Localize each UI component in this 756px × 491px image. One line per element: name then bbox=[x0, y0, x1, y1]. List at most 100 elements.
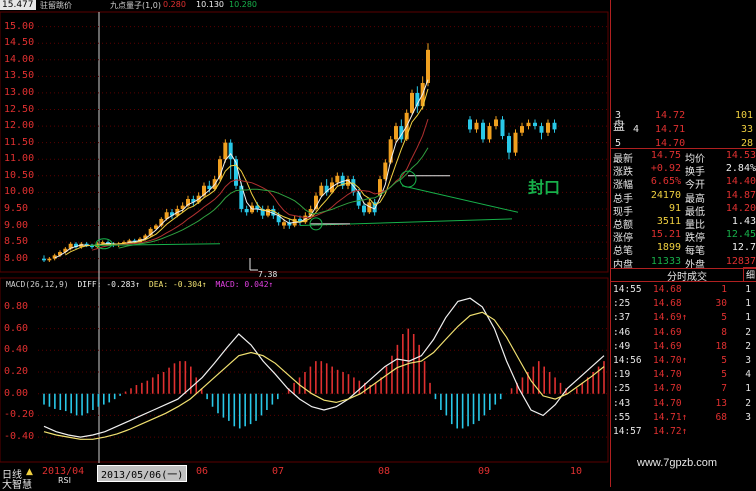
quote-stat-row: 最新 14.75 均价 14.53 bbox=[611, 150, 756, 165]
tick-count: 2 bbox=[745, 326, 751, 338]
candle-body bbox=[552, 122, 557, 130]
month-label: 07 bbox=[272, 466, 285, 477]
tick-row[interactable]: :37 14.69↑ 5 1 bbox=[611, 312, 756, 325]
candle-body bbox=[410, 92, 414, 113]
stat-value: 91 bbox=[668, 202, 681, 214]
tick-volume: 18 bbox=[715, 340, 727, 352]
tick-time: :46 bbox=[613, 326, 631, 338]
bottom-bar: 日线 ▲ 大智慧 RSI bbox=[0, 464, 610, 491]
macd-axis-label: 0.20 bbox=[4, 366, 29, 377]
book-side-label: 盘 bbox=[613, 119, 626, 133]
tick-price: 14.69 bbox=[653, 340, 682, 352]
candle-body bbox=[362, 205, 366, 213]
stat-value: +0.92 bbox=[650, 163, 681, 175]
quote-panel: 3 14.72 101 4 盘 14.71 33 5 14.70 28 最新 14.75 均价 14.5… bbox=[610, 0, 756, 487]
tick-row[interactable]: :55 14.71↑ 68 3 bbox=[611, 412, 756, 425]
price-axis-label: 14.50 bbox=[4, 37, 35, 49]
month-label: 08 bbox=[378, 466, 391, 477]
stat-value: 14.20 bbox=[725, 202, 756, 214]
annotation-line bbox=[299, 218, 513, 227]
annotation-line bbox=[401, 185, 519, 213]
macd-axis-label: 0.00 bbox=[4, 387, 29, 399]
macd-axis-label: 0.60 bbox=[4, 322, 29, 334]
tick-volume: 13 bbox=[715, 397, 727, 409]
tick-price: 14.68 bbox=[653, 284, 682, 295]
indicator-name[interactable]: 驻留跳价 bbox=[40, 0, 72, 11]
indicator-params: 九点量子(1,0) bbox=[110, 1, 161, 10]
macd-dea: DEA: -0.304↑ bbox=[148, 280, 207, 289]
price-axis-label: 11.00 bbox=[4, 153, 35, 165]
tick-row[interactable]: 14:56 14.70↑ 5 3 bbox=[611, 355, 756, 368]
macd-name[interactable]: MACD(26,12,9) bbox=[6, 280, 69, 289]
tick-time: :49 bbox=[613, 340, 631, 352]
tick-volume: 1 bbox=[721, 284, 727, 295]
tick-time: 14:55 bbox=[613, 284, 642, 295]
tick-time: 14:57 bbox=[613, 426, 642, 437]
watermark: www.7gpzb.com bbox=[637, 457, 718, 469]
candle-body bbox=[520, 126, 524, 133]
stat-value: 12837 bbox=[725, 255, 756, 267]
tick-price: 14.70 bbox=[653, 383, 682, 395]
stat-value: 12.45 bbox=[725, 229, 756, 241]
annotation-fengkou: 封口 bbox=[528, 178, 561, 197]
ticks-detail-tab[interactable]: 细 bbox=[743, 267, 756, 282]
stat-value: 2.84% bbox=[725, 163, 756, 175]
tick-volume: 5 bbox=[721, 312, 727, 324]
tick-volume: 5 bbox=[721, 355, 727, 366]
candle-body bbox=[282, 222, 286, 226]
tab-dzh[interactable]: 大智慧 bbox=[2, 476, 32, 491]
dif-line bbox=[43, 297, 605, 438]
dea-line bbox=[43, 311, 605, 440]
tick-time: :19 bbox=[613, 369, 631, 381]
cursor-date: 2013/05/06(一) bbox=[97, 465, 188, 482]
tick-count: 2 bbox=[745, 340, 751, 352]
chart-canvas[interactable] bbox=[0, 0, 610, 487]
tick-row[interactable]: :25 14.68 30 1 bbox=[611, 298, 756, 311]
candle-body bbox=[474, 122, 479, 130]
stat-value: 3511 bbox=[656, 216, 681, 227]
candle-body bbox=[426, 49, 430, 83]
candle-body bbox=[507, 136, 511, 153]
stat-value: 14.40 bbox=[725, 176, 756, 188]
stat-value: 24170 bbox=[650, 189, 681, 201]
tick-volume: 68 bbox=[715, 411, 727, 423]
candle-body bbox=[513, 132, 518, 153]
tick-row[interactable]: :19 14.70 5 4 bbox=[611, 369, 756, 382]
tick-price: 14.69↑ bbox=[653, 312, 688, 324]
candle-body bbox=[47, 258, 52, 261]
book-price: 14.71 bbox=[655, 124, 686, 135]
book-row[interactable]: 4 盘 14.71 33 bbox=[611, 119, 756, 138]
candle-body bbox=[244, 208, 249, 213]
tick-row[interactable]: 14:55 14.68 1 1 bbox=[611, 284, 756, 297]
stat-value: 1899 bbox=[656, 242, 681, 254]
tick-price: 14.70 bbox=[653, 369, 682, 381]
quote-stat-row: 总手 24170 最高 14.87 bbox=[611, 189, 756, 205]
quote-stat-row: 总额 3511 量比 1.43 bbox=[611, 216, 756, 231]
candle-body bbox=[487, 126, 492, 140]
macd-diff: DIFF: -0.283↑ bbox=[77, 280, 141, 289]
macd-axis-label: -0.20 bbox=[4, 409, 35, 421]
tab-rsi[interactable]: RSI bbox=[58, 476, 71, 485]
tick-time: 14:56 bbox=[613, 355, 642, 366]
tick-count: 1 bbox=[745, 312, 751, 324]
tick-count: 3 bbox=[745, 411, 751, 423]
price-axis-label: 9.50 bbox=[4, 202, 29, 214]
tick-row[interactable]: :49 14.69 18 2 bbox=[611, 341, 756, 354]
kline-chart[interactable]: 15.477 驻留跳价 九点量子(1,0) 0.280 10.130 10.28… bbox=[0, 0, 610, 491]
indicator-value-2: 10.130 bbox=[196, 0, 224, 9]
book-row[interactable]: 3 14.72 101 bbox=[611, 110, 756, 124]
stat-value: 14.75 bbox=[650, 150, 681, 161]
tick-price: 14.70↑ bbox=[653, 355, 688, 366]
annotation-circle bbox=[399, 170, 417, 188]
tick-price: 14.71↑ bbox=[653, 411, 688, 423]
stat-value: 14.87 bbox=[725, 189, 756, 201]
low-price-marker: 7.38 bbox=[258, 270, 278, 279]
tick-row[interactable]: 14:57 14.72↑ bbox=[611, 426, 756, 439]
macd-axis-label: 0.40 bbox=[4, 344, 29, 356]
tick-count: 2 bbox=[745, 397, 751, 409]
tick-row[interactable]: :43 14.70 13 2 bbox=[611, 398, 756, 411]
tick-row[interactable]: :25 14.70 7 1 bbox=[611, 383, 756, 396]
indicator-value-1: 0.280 bbox=[163, 0, 186, 9]
tick-row[interactable]: :46 14.69 8 2 bbox=[611, 327, 756, 340]
candle-body bbox=[468, 119, 472, 130]
